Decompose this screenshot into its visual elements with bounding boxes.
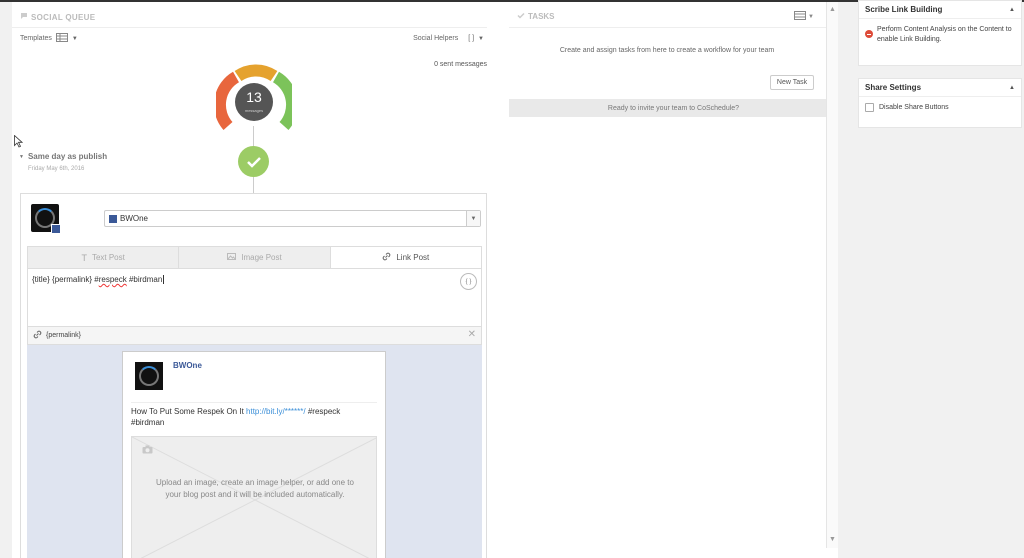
post-type-tabs: T Text Post Image Post Link Post <box>27 246 482 269</box>
image-placeholder-text: Upload an image, create an image helper,… <box>156 478 354 499</box>
facebook-badge-icon <box>51 224 61 234</box>
social-helpers-dropdown[interactable]: Social Helpers [ ] ▼ <box>413 35 484 42</box>
disable-share-checkbox[interactable] <box>865 103 874 112</box>
main-scrollbar[interactable]: ▲ ▼ <box>826 2 838 548</box>
message-editor[interactable]: {title} {permalink} #respeck #birdman { … <box>27 269 482 327</box>
social-queue-header: SOCIAL QUEUE <box>20 12 95 22</box>
link-icon <box>33 330 42 341</box>
post-card: BWOne ▼ T Text Post Image Post Link Post… <box>20 193 487 558</box>
divider <box>509 27 827 28</box>
schedule-date: Friday May 6th, 2016 <box>28 166 85 172</box>
mouse-pointer-icon <box>14 134 24 153</box>
caret-up-icon[interactable]: ▲ <box>1009 7 1015 13</box>
main-panel: SOCIAL QUEUE Templates ▼ Social Helpers … <box>12 2 838 558</box>
text-icon: T <box>81 252 87 263</box>
message-text-prefix: {title} {permalink} # <box>32 275 99 284</box>
caret-down-icon: ▼ <box>466 211 480 226</box>
tab-label: Image Post <box>241 253 282 262</box>
scribe-box-body: Perform Content Analysis on the Content … <box>859 19 1021 51</box>
disable-share-label[interactable]: Disable Share Buttons <box>879 104 949 111</box>
tasks-description: Create and assign tasks from here to cre… <box>559 47 775 54</box>
preview-text: How To Put Some Respek On It http://bit.… <box>131 406 371 428</box>
templates-label: Templates <box>20 35 52 42</box>
account-avatar <box>31 204 61 234</box>
image-placeholder[interactable]: Upload an image, create an image helper,… <box>131 436 377 558</box>
template-grid-icon <box>55 33 68 44</box>
social-queue-column: SOCIAL QUEUE Templates ▼ Social Helpers … <box>12 2 487 558</box>
tab-image-post[interactable]: Image Post <box>179 247 331 268</box>
speech-bubble-icon <box>20 12 28 22</box>
share-box-header[interactable]: Share Settings ▲ <box>859 79 1021 97</box>
facebook-preview-card: BWOne How To Put Some Respek On It http:… <box>122 351 386 558</box>
avatar-ring <box>139 366 159 386</box>
tasks-header: TASKS <box>517 12 555 21</box>
share-box-title: Share Settings <box>865 83 922 92</box>
divider <box>131 402 377 403</box>
link-icon <box>382 252 391 263</box>
tasks-title: TASKS <box>528 12 555 21</box>
invite-team-bar[interactable]: Ready to invite your team to CoSchedule? <box>509 99 838 117</box>
tab-link-post[interactable]: Link Post <box>330 247 481 268</box>
schedule-toggle[interactable]: ▼ Same day as publish <box>19 152 107 161</box>
scroll-down-icon[interactable]: ▼ <box>829 536 836 543</box>
scribe-box-title: Scribe Link Building <box>865 5 943 14</box>
social-helpers-label: Social Helpers <box>413 35 459 42</box>
divider <box>12 27 487 28</box>
close-icon[interactable]: ✕ <box>468 329 476 340</box>
text-caret <box>163 275 165 284</box>
publish-check-icon <box>238 146 269 177</box>
link-bar[interactable]: {permalink} ✕ <box>27 327 482 345</box>
message-gauge: 13 messages <box>213 64 299 134</box>
caret-down-icon: ▼ <box>478 35 484 42</box>
timeline-line-top <box>253 126 254 146</box>
facebook-icon <box>109 214 117 223</box>
scribe-message: Perform Content Analysis on the Content … <box>877 26 1012 43</box>
caret-down-icon: ▼ <box>808 13 814 20</box>
preview-link[interactable]: http://bit.ly/******/ <box>246 407 306 416</box>
new-task-button[interactable]: New Task <box>770 75 814 90</box>
sent-messages-count: 0 sent messages <box>434 61 487 68</box>
caret-down-icon: ▼ <box>71 35 78 42</box>
tab-label: Text Post <box>91 253 125 262</box>
schedule-label: Same day as publish <box>27 152 108 161</box>
preview-account-name: BWOne <box>173 361 202 370</box>
gauge-count: 13 <box>246 89 262 105</box>
scribe-link-building-box: Scribe Link Building ▲ Perform Content A… <box>858 0 1022 66</box>
social-queue-title: SOCIAL QUEUE <box>31 12 96 22</box>
tasks-view-menu[interactable]: ▼ <box>794 11 814 22</box>
scroll-up-icon[interactable]: ▲ <box>829 6 836 13</box>
scribe-box-header[interactable]: Scribe Link Building ▲ <box>859 1 1021 19</box>
timeline-line-bottom <box>253 177 254 193</box>
tab-label: Link Post <box>396 253 430 262</box>
caret-down-icon: ▼ <box>19 153 24 160</box>
list-view-icon <box>794 11 806 22</box>
tab-text-post[interactable]: T Text Post <box>28 247 180 268</box>
account-select[interactable]: BWOne ▼ <box>104 210 481 227</box>
preview-text-before: How To Put Some Respek On It <box>131 407 247 416</box>
link-value: {permalink} <box>46 332 82 339</box>
message-text-misspelled: respeck <box>98 275 127 284</box>
share-settings-box: Share Settings ▲ Disable Share Buttons <box>858 78 1022 128</box>
social-helpers-value: [ ] <box>468 35 475 42</box>
message-text-suffix: #birdman <box>126 275 163 284</box>
preview-avatar <box>135 362 163 390</box>
insert-helper-button[interactable]: { } <box>460 273 477 290</box>
gauge-unit: messages <box>244 108 264 113</box>
check-icon <box>517 12 525 21</box>
preview-area: BWOne How To Put Some Respek On It http:… <box>27 345 482 558</box>
image-icon <box>227 253 237 262</box>
caret-up-icon[interactable]: ▲ <box>1009 85 1015 91</box>
warning-icon <box>865 30 873 38</box>
account-name: BWOne <box>120 214 149 223</box>
templates-dropdown[interactable]: Templates ▼ <box>20 33 78 44</box>
share-box-body: Disable Share Buttons <box>859 97 1021 118</box>
